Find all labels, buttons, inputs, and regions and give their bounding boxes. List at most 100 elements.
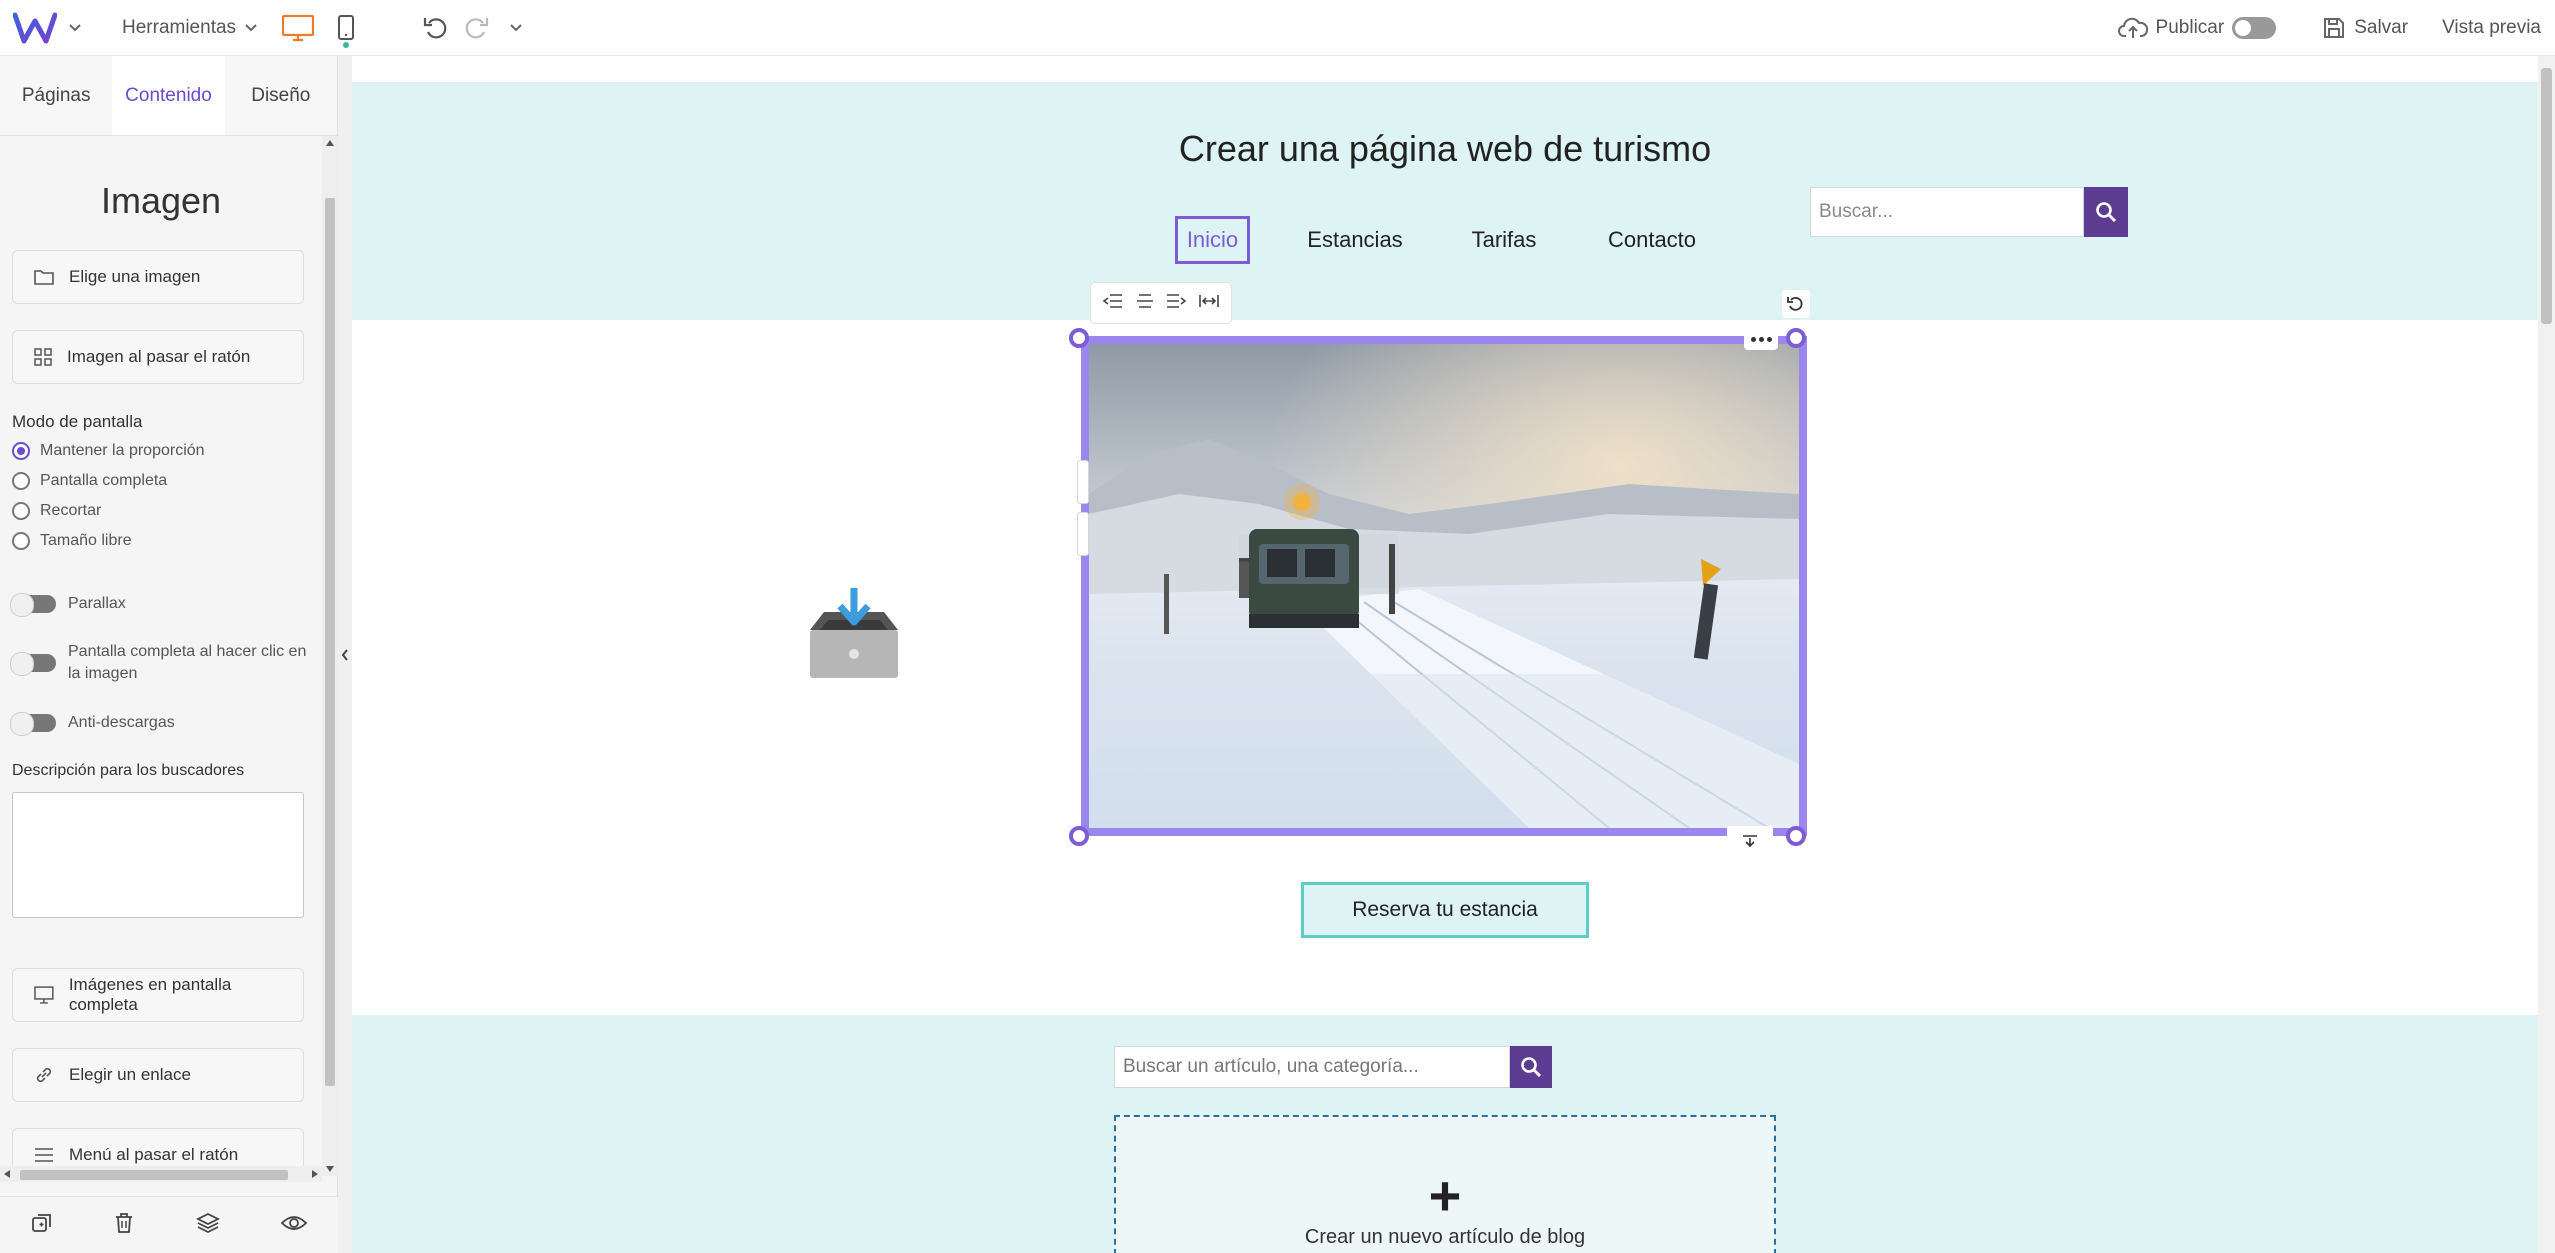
floppy-icon xyxy=(2324,17,2345,38)
display-mode-free-size[interactable]: Tamaño libre xyxy=(12,532,132,550)
site-header xyxy=(352,82,2538,320)
site-title[interactable]: Crear una página web de turismo xyxy=(352,128,2538,170)
snowy-train-photo xyxy=(1089,344,1799,828)
monitor-icon xyxy=(34,986,54,1004)
seo-description-label: Descripción para los buscadores xyxy=(12,762,245,779)
display-mode-fullscreen[interactable]: Pantalla completa xyxy=(12,472,167,490)
tools-menu-label: Herramientas xyxy=(122,16,237,38)
tools-menu[interactable]: Herramientas xyxy=(122,17,258,39)
radio-label: Pantalla completa xyxy=(40,472,168,489)
align-right-icon[interactable] xyxy=(1165,293,1187,314)
blog-search-input[interactable]: Buscar un artículo, una categoría... xyxy=(1114,1046,1510,1088)
trash-icon[interactable] xyxy=(113,1211,135,1240)
align-center-icon[interactable] xyxy=(1135,293,1155,314)
nav-item-tarifas[interactable]: Tarifas xyxy=(1464,216,1544,264)
resize-handle-top-left[interactable] xyxy=(1069,328,1089,348)
book-stay-button[interactable]: Reserva tu estancia xyxy=(1301,882,1589,938)
site-search-input[interactable]: Buscar... xyxy=(1810,187,2084,237)
radio-label: Mantener la proporción xyxy=(40,442,205,459)
radio xyxy=(12,472,30,490)
hover-image-button[interactable]: Imagen al pasar el ratón xyxy=(12,330,304,384)
publish-toggle[interactable] xyxy=(2232,16,2277,39)
align-bottom-icon xyxy=(1743,835,1757,848)
stretch-width-icon[interactable] xyxy=(1198,293,1220,314)
top-toolbar: Herramientas Publicar Salvar Vista previ… xyxy=(0,0,2555,56)
choose-link-button[interactable]: Elegir un enlace xyxy=(12,1048,304,1102)
fullscreen-images-label: Imágenes en pantalla completa xyxy=(68,975,232,1014)
anti-download-label: Anti-descargas xyxy=(68,714,175,731)
parallax-toggle[interactable] xyxy=(10,593,56,617)
seo-description-textarea[interactable] xyxy=(12,792,304,918)
w-logo-icon[interactable] xyxy=(12,8,58,48)
panel-body: Imagen Elige una imagen Imagen al pasar … xyxy=(0,136,322,1176)
page-vertical-scrollbar[interactable] xyxy=(2538,56,2555,1253)
display-mode-label: Modo de pantalla xyxy=(12,412,143,431)
cloud-upload-icon xyxy=(2117,17,2148,38)
mobile-view-button[interactable] xyxy=(326,8,366,48)
panel-tabs: Páginas Contenido Diseño xyxy=(0,56,337,136)
fullscreen-click-row: Pantalla completa al hacer clic en la im… xyxy=(10,641,312,685)
resize-handle-bottom-left[interactable] xyxy=(1069,826,1089,846)
resize-handle-bottom-right[interactable] xyxy=(1786,826,1806,846)
panel-collapse-handle[interactable] xyxy=(338,56,352,1253)
nav-item-contacto[interactable]: Contacto xyxy=(1602,216,1702,264)
layers-icon[interactable] xyxy=(195,1211,221,1240)
save-label: Salvar xyxy=(2354,16,2409,38)
publish-label: Publicar xyxy=(2155,16,2225,38)
logo-menu-chevron-down-icon[interactable] xyxy=(68,23,82,33)
align-left-icon[interactable] xyxy=(1102,293,1124,314)
chevron-down-icon xyxy=(245,23,257,31)
radio-selected xyxy=(12,442,30,460)
anti-download-toggle[interactable] xyxy=(10,712,56,736)
new-blog-article-label: Crear un nuevo artículo de blog xyxy=(1304,1226,1586,1248)
choose-image-button[interactable]: Elige una imagen xyxy=(12,250,304,304)
choose-link-label: Elegir un enlace xyxy=(69,1065,191,1084)
history-menu-chevron-down-icon[interactable] xyxy=(496,8,536,48)
panel-title: Imagen xyxy=(100,180,222,221)
display-mode-keep-ratio[interactable]: Mantener la proporción xyxy=(12,442,205,460)
desktop-icon xyxy=(281,14,315,41)
panel-horizontal-scrollbar[interactable] xyxy=(0,1166,322,1182)
panel-vertical-scrollbar[interactable] xyxy=(322,136,338,1176)
drag-grip-left[interactable] xyxy=(1077,460,1089,504)
image-bottom-options[interactable] xyxy=(1727,826,1773,854)
new-blog-article-button[interactable]: + Crear un nuevo artículo de blog xyxy=(1114,1115,1776,1253)
display-mode-crop[interactable]: Recortar xyxy=(12,502,101,520)
search-icon xyxy=(1521,1057,1542,1078)
preview-button[interactable]: Vista previa xyxy=(2442,17,2541,39)
mobile-status-dot xyxy=(343,41,350,48)
tab-content[interactable]: Contenido xyxy=(112,56,225,135)
save-button[interactable]: Salvar xyxy=(2322,16,2408,40)
resize-handle-top-right[interactable] xyxy=(1786,328,1806,348)
tab-pages[interactable]: Páginas xyxy=(0,56,112,135)
publish-button[interactable]: Publicar xyxy=(2117,16,2225,40)
download-tray-icon xyxy=(804,584,904,684)
hover-image-label: Imagen al pasar el ratón xyxy=(67,347,251,366)
drag-grip-left-2[interactable] xyxy=(1077,512,1089,556)
page-canvas: Crear una página web de turismo Inicio E… xyxy=(352,56,2538,1253)
choose-image-label: Elige una imagen xyxy=(69,267,201,286)
reset-rotate-button[interactable] xyxy=(1782,290,1810,318)
rotate-icon xyxy=(1787,296,1803,311)
settings-panel: Páginas Contenido Diseño Imagen Elige un… xyxy=(0,56,338,1253)
duplicate-icon[interactable] xyxy=(30,1211,54,1240)
fullscreen-images-button[interactable]: Imágenes en pantalla completa xyxy=(12,968,304,1022)
undo-button[interactable] xyxy=(416,8,456,48)
site-search: Buscar... xyxy=(1810,187,2128,237)
fullscreen-click-label: Pantalla completa al hacer clic en la im… xyxy=(68,643,307,682)
eye-icon[interactable] xyxy=(280,1213,308,1238)
redo-button[interactable] xyxy=(456,8,496,48)
parallax-label: Parallax xyxy=(68,595,126,612)
selected-image-block[interactable] xyxy=(1081,336,1807,836)
nav-item-estancias[interactable]: Estancias xyxy=(1300,216,1410,264)
search-icon xyxy=(2096,202,2117,223)
desktop-view-button[interactable] xyxy=(278,8,318,48)
redo-icon xyxy=(465,17,489,38)
radio xyxy=(12,532,30,550)
fullscreen-click-toggle[interactable] xyxy=(10,652,56,676)
site-search-button[interactable] xyxy=(2084,187,2128,237)
nav-item-inicio[interactable]: Inicio xyxy=(1175,216,1250,264)
image-more-options-button[interactable] xyxy=(1744,328,1778,350)
tab-design[interactable]: Diseño xyxy=(225,56,337,135)
blog-search-button[interactable] xyxy=(1510,1046,1552,1088)
